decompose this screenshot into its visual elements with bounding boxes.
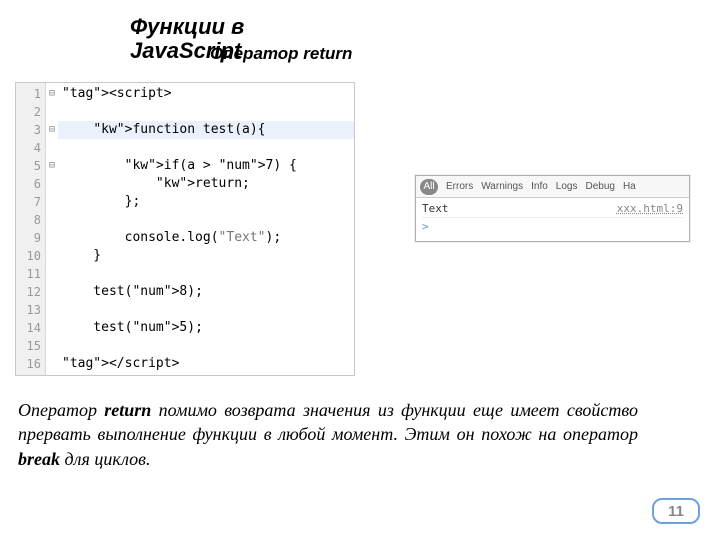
tab-warnings[interactable]: Warnings bbox=[481, 181, 523, 192]
description-text: Оператор return помимо возврата значения… bbox=[18, 398, 638, 471]
code-editor: 12345678910111213141516 ⊟⊟⊟ "tag"><scrip… bbox=[15, 82, 355, 376]
console-text: Text bbox=[422, 202, 449, 215]
console-prompt[interactable]: > bbox=[422, 218, 683, 233]
console-body: Text xxx.html:9 > bbox=[416, 198, 689, 241]
console-tabs: All Errors Warnings Info Logs Debug Ha bbox=[416, 176, 689, 198]
fold-column: ⊟⊟⊟ bbox=[46, 83, 58, 375]
tab-hash[interactable]: Ha bbox=[623, 181, 636, 192]
console-source[interactable]: xxx.html:9 bbox=[617, 202, 683, 215]
tab-all[interactable]: All bbox=[420, 179, 438, 195]
title-line1: Функции в bbox=[130, 14, 244, 39]
console-panel: All Errors Warnings Info Logs Debug Ha T… bbox=[415, 175, 690, 242]
page-number-badge: 11 bbox=[652, 498, 700, 524]
console-entry: Text xxx.html:9 bbox=[422, 200, 683, 218]
subtitle: Оператор return bbox=[210, 44, 352, 64]
tab-info[interactable]: Info bbox=[531, 181, 548, 192]
tab-errors[interactable]: Errors bbox=[446, 181, 473, 192]
tab-debug[interactable]: Debug bbox=[585, 181, 614, 192]
line-gutter: 12345678910111213141516 bbox=[16, 83, 46, 375]
code-lines: "tag"><script> "kw">function test(a){ "k… bbox=[58, 83, 354, 375]
tab-logs[interactable]: Logs bbox=[556, 181, 578, 192]
